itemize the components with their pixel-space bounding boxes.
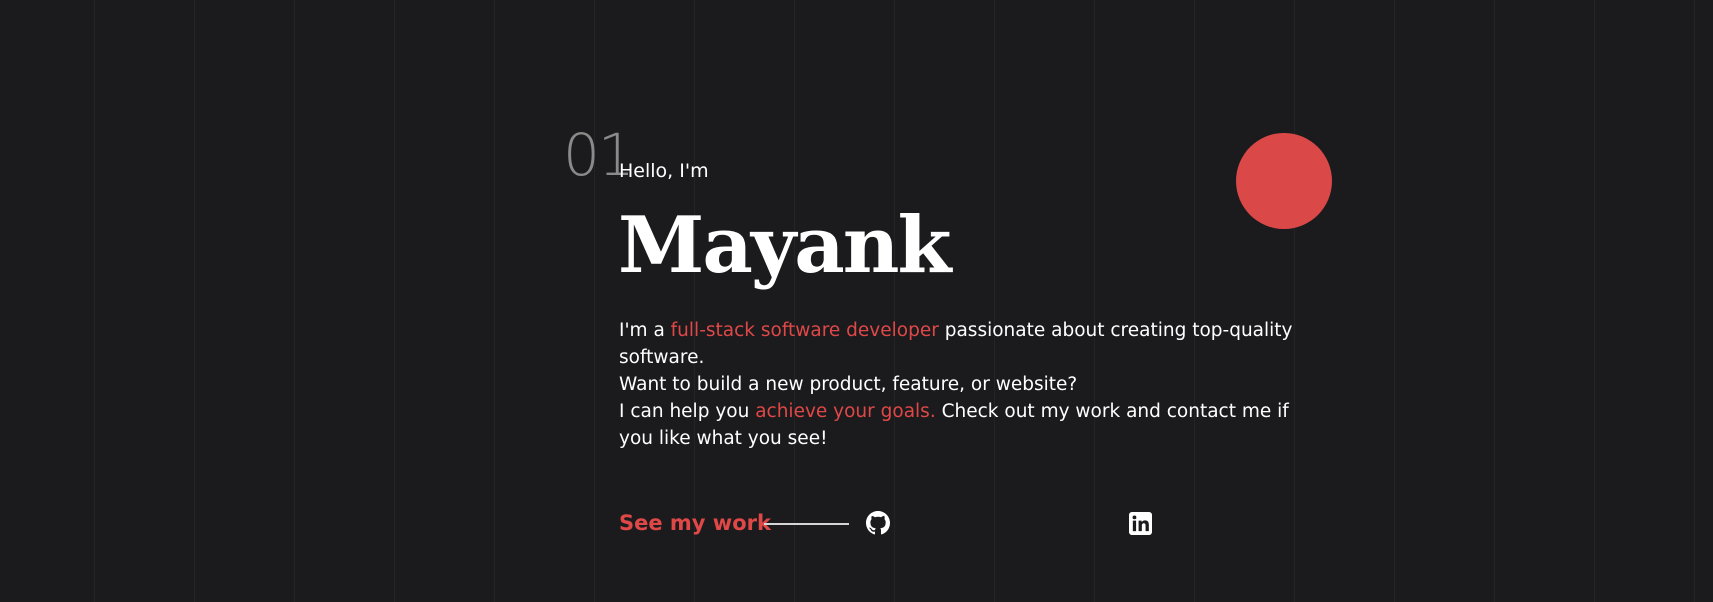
linkedin-link[interactable] <box>1127 510 1153 536</box>
github-icon <box>866 511 890 535</box>
cta-divider-line <box>764 523 849 525</box>
intro-paragraph: I'm a full-stack software developer pass… <box>619 317 1319 452</box>
intro-line-3: I can help you achieve your goals. Check… <box>619 398 1319 452</box>
intro-highlight-role: full-stack software developer <box>670 320 939 341</box>
cta-row: See my work <box>619 505 1179 541</box>
intro-highlight-goals: achieve your goals. <box>755 401 936 422</box>
intro-line-3-prefix: I can help you <box>619 401 756 422</box>
intro-line-2: Want to build a new product, feature, or… <box>619 374 1078 395</box>
intro-line-1-prefix: I'm a <box>619 320 671 341</box>
hero-name: Mayank <box>618 200 951 291</box>
github-link[interactable] <box>865 510 891 536</box>
greeting-text: Hello, I'm <box>619 160 709 182</box>
intro-line-1: I'm a full-stack software developer pass… <box>619 317 1319 371</box>
linkedin-icon <box>1128 511 1152 535</box>
see-my-work-link[interactable]: See my work <box>619 509 771 537</box>
decorative-red-circle <box>1236 133 1332 229</box>
